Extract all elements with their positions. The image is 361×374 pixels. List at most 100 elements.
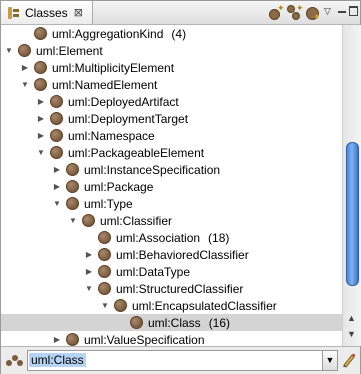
class-node-icon [50, 146, 63, 159]
tree-row[interactable]: ▶ uml:InstanceSpecification [1, 161, 342, 178]
tab-classes-label: Classes [25, 5, 68, 20]
class-node-icon [66, 333, 79, 346]
class-node-icon [98, 265, 111, 278]
tree-row-count: (16) [208, 315, 231, 330]
class-node-icon [98, 248, 111, 261]
class-hierarchy-tree[interactable]: uml:AggregationKind (4) ▼ uml:Element ▶ uml:M… [1, 25, 342, 346]
class-node-icon [114, 299, 127, 312]
tree-row-label: uml:DeployedArtifact [68, 94, 179, 109]
filter-bar: uml:Class ▼ [1, 346, 360, 374]
tree-row[interactable]: uml:Class (16) [1, 314, 342, 331]
tree-row[interactable]: ▼ uml:PackageableElement [1, 144, 342, 161]
tree-row[interactable]: ▶ uml:Package [1, 178, 342, 195]
tree-row[interactable]: ▼ uml:Element [1, 42, 342, 59]
expand-icon[interactable]: ▶ [35, 96, 47, 108]
tree-row[interactable]: ▼ uml:EncapsulatedClassifier [1, 297, 342, 314]
class-node-icon [66, 163, 79, 176]
collapse-icon[interactable]: ▼ [51, 198, 63, 210]
tree-row[interactable]: ▶ uml:BehavioredClassifier [1, 246, 342, 263]
class-node-icon [66, 197, 79, 210]
expand-icon[interactable]: ▶ [51, 164, 63, 176]
collapse-icon[interactable]: ▼ [3, 45, 15, 57]
tree-row[interactable]: ▼ uml:StructuredClassifier [1, 280, 342, 297]
tree-row-label: uml:Class [148, 315, 201, 330]
filter-dropdown-button[interactable]: ▼ [322, 350, 338, 371]
tree-row[interactable]: ▶ uml:DeploymentTarget [1, 110, 342, 127]
tree-row-label: uml:MultiplicityElement [52, 60, 175, 75]
tree-row[interactable]: uml:Association (18) [1, 229, 342, 246]
tree-row[interactable]: ▶ uml:ValueSpecification [1, 331, 342, 346]
class-node-icon [50, 95, 63, 108]
class-filter-icon [6, 354, 24, 368]
tree-row-label: uml:ValueSpecification [84, 332, 205, 347]
class-node-icon [130, 316, 143, 329]
view-menu-icon[interactable]: ▽ [324, 6, 331, 17]
scroll-up-icon[interactable]: ▲ [347, 313, 356, 323]
collapse-icon[interactable]: ▼ [99, 300, 111, 312]
tree-row-label: uml:DeploymentTarget [68, 111, 189, 126]
collapse-icon[interactable]: ▼ [19, 79, 31, 91]
expand-icon[interactable]: ▶ [83, 249, 95, 261]
class-filter-combo[interactable]: uml:Class [27, 350, 336, 371]
expand-icon[interactable]: ▶ [83, 266, 95, 278]
maximize-icon[interactable] [349, 6, 358, 16]
collapse-icon[interactable]: ▼ [83, 283, 95, 295]
minimize-icon[interactable] [338, 11, 346, 13]
class-node-icon [98, 231, 111, 244]
class-node-icon [82, 214, 95, 227]
leaf-spacer [115, 317, 127, 329]
class-node-icon [98, 282, 111, 295]
collapse-icon[interactable]: ▼ [67, 215, 79, 227]
expand-icon[interactable]: ▶ [51, 334, 63, 346]
tree-row[interactable]: ▶ uml:Namespace [1, 127, 342, 144]
tree-row-label: uml:Association [116, 230, 201, 245]
class-node-icon [34, 27, 47, 40]
tree-row-label: uml:BehavioredClassifier [116, 247, 249, 262]
vertical-scrollbar[interactable]: ▲ ▼ [342, 25, 361, 346]
tree-row-label: uml:InstanceSpecification [84, 162, 221, 177]
leaf-spacer [83, 232, 95, 244]
show-flat-list-button[interactable]: ✦ [286, 4, 304, 21]
tree-row[interactable]: ▶ uml:DeployedArtifact [1, 93, 342, 110]
tab-classes[interactable]: Classes ⊠ [1, 1, 93, 24]
close-tab-icon[interactable]: ⊠ [74, 6, 83, 19]
expand-icon[interactable]: ▶ [19, 62, 31, 74]
scrollbar-thumb[interactable] [346, 142, 359, 286]
tree-row[interactable]: ▼ uml:Type [1, 195, 342, 212]
filter-classes-button[interactable]: ● [304, 4, 322, 21]
class-node-icon [34, 61, 47, 74]
scroll-down-icon[interactable]: ▼ [347, 329, 356, 339]
view-titlebar: Classes ⊠ ✦ ✦ ● ▽ [1, 1, 360, 25]
class-node-icon [18, 44, 31, 57]
tree-row-label: uml:Namespace [68, 128, 155, 143]
tree-row-label: uml:DataType [116, 264, 191, 279]
class-filter-input[interactable]: uml:Class [29, 353, 86, 367]
expand-icon[interactable]: ▶ [35, 130, 47, 142]
tree-row-count: (4) [171, 26, 187, 41]
tree-row[interactable]: uml:AggregationKind (4) [1, 25, 342, 42]
tree-row[interactable]: ▶ uml:DataType [1, 263, 342, 280]
tree-row[interactable]: ▶ uml:MultiplicityElement [1, 59, 342, 76]
tree-row-label: uml:Classifier [100, 213, 173, 228]
class-node-icon [66, 180, 79, 193]
tree-row-label: uml:AggregationKind [52, 26, 164, 41]
show-hierarchy-button[interactable]: ✦ [268, 4, 286, 21]
tree-row-label: uml:NamedElement [52, 77, 158, 92]
edit-filter-icon[interactable] [341, 352, 357, 368]
tree-row-label: uml:Package [84, 179, 154, 194]
leaf-spacer [19, 28, 31, 40]
tree-row-count: (18) [208, 230, 230, 245]
tree-row-label: uml:PackageableElement [68, 145, 205, 160]
expand-icon[interactable]: ▶ [35, 113, 47, 125]
class-node-icon [50, 129, 63, 142]
classes-view-window: Classes ⊠ ✦ ✦ ● ▽ uml:AggregationKind (4)… [0, 0, 361, 374]
tree-row-label: uml:EncapsulatedClassifier [132, 298, 277, 313]
tree-row[interactable]: ▼ uml:NamedElement [1, 76, 342, 93]
tree-row[interactable]: ▼ uml:Classifier [1, 212, 342, 229]
collapse-icon[interactable]: ▼ [35, 147, 47, 159]
class-node-icon [34, 78, 47, 91]
tree-row-label: uml:Element [36, 43, 103, 58]
expand-icon[interactable]: ▶ [51, 181, 63, 193]
class-node-icon [50, 112, 63, 125]
tree-row-label: uml:Type [84, 196, 133, 211]
